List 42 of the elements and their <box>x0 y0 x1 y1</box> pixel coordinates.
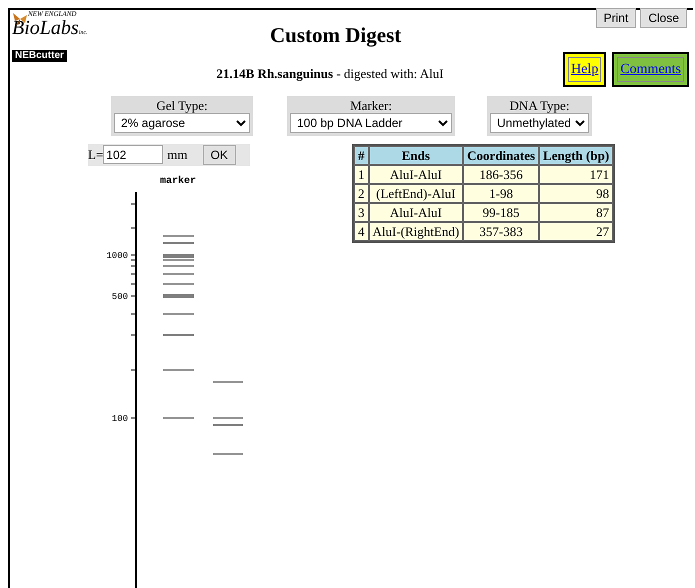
length-cell: 87 <box>539 202 614 222</box>
column-header: # <box>354 146 368 164</box>
print-button[interactable]: Print <box>596 8 636 28</box>
row-number: 1 <box>354 164 368 184</box>
axis-label: 500 <box>112 292 128 302</box>
logo-badge: NEBcutter <box>12 50 67 62</box>
dropdown[interactable]: 2% agarose <box>114 112 250 132</box>
column-header: Ends <box>368 146 464 164</box>
comments-link[interactable]: Comments <box>617 57 684 82</box>
coordinates-cell: 357-383 <box>463 222 540 240</box>
ok-button[interactable]: OK <box>202 144 236 164</box>
subtitle: 21.14B Rh.sanguinus - digested with: AluI <box>215 65 445 83</box>
axis-label: 1000 <box>106 250 128 260</box>
coordinates-cell: 99-185 <box>463 202 540 222</box>
length-prefix: L= <box>88 146 104 164</box>
row-number: 4 <box>354 222 368 240</box>
ends-cell: (LeftEnd)-AluI <box>368 184 464 202</box>
page-title: Custom Digest <box>270 22 402 49</box>
close-button[interactable]: Close <box>640 8 687 28</box>
row-number: 3 <box>354 202 368 222</box>
length-field[interactable]: 102 <box>103 145 164 164</box>
length-cell: 27 <box>539 222 614 240</box>
select-label: DNA Type: <box>508 98 570 112</box>
row-number: 2 <box>354 184 368 202</box>
help-link[interactable]: Help <box>568 57 602 82</box>
dropdown[interactable]: 100 bp DNA Ladder <box>290 112 452 132</box>
logo-text: BioLabs <box>12 19 79 37</box>
axis-label: 100 <box>112 414 128 424</box>
length-cell: 98 <box>539 184 614 202</box>
coordinates-cell: 186-356 <box>463 164 540 184</box>
ends-cell: AluI-AluI <box>368 164 464 184</box>
ends-cell: AluI-(RightEnd) <box>368 222 464 240</box>
ends-cell: AluI-AluI <box>368 202 464 222</box>
select-label: Marker: <box>349 98 393 112</box>
length-cell: 171 <box>539 164 614 184</box>
column-header: Length (bp) <box>539 146 614 164</box>
select-label: Gel Type: <box>155 98 209 112</box>
coordinates-cell: 1-98 <box>463 184 540 202</box>
unit-label: mm <box>167 146 188 164</box>
lane-label: marker <box>160 176 196 186</box>
column-header: Coordinates <box>463 146 540 164</box>
dropdown[interactable]: Unmethylated <box>490 112 589 132</box>
